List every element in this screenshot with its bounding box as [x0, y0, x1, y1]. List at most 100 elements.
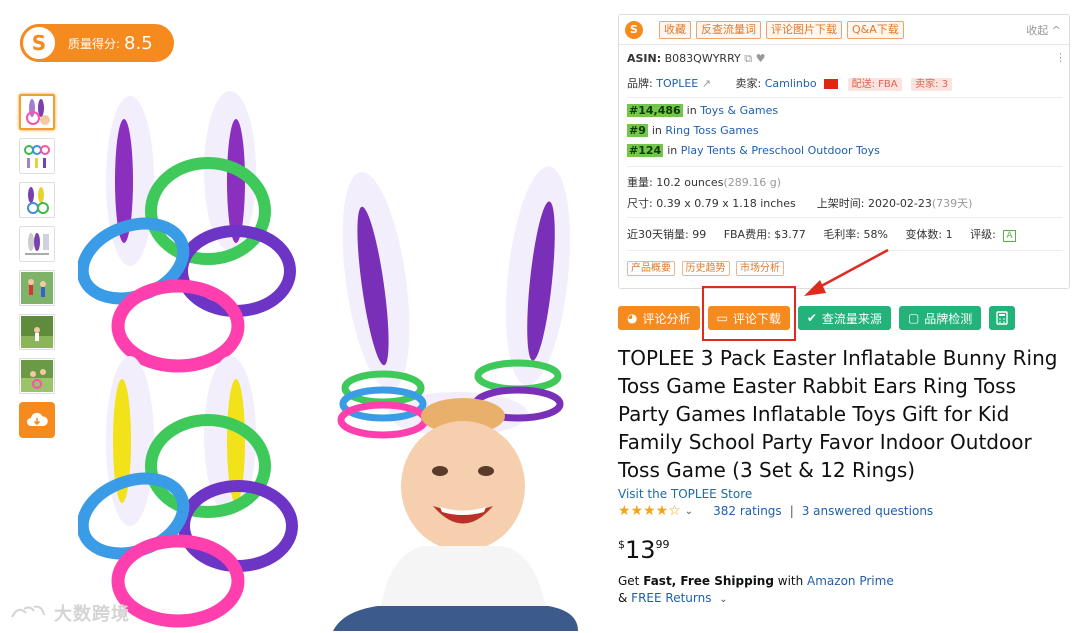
thumbnail[interactable]: [19, 94, 55, 130]
external-link-icon[interactable]: ↗: [702, 77, 711, 90]
divider: [627, 166, 1063, 167]
watermark-logo-icon: [11, 605, 45, 618]
traffic-source-label: 查流量来源: [821, 311, 882, 326]
fba-label: FBA费用:: [723, 228, 771, 241]
answered-questions-link[interactable]: 3 answered questions: [802, 504, 933, 518]
plugin-logo-icon: S: [625, 20, 643, 39]
sales-value: 99: [692, 228, 707, 241]
qa-download-button[interactable]: Q&A下载: [847, 20, 904, 39]
store-link[interactable]: Visit the TOPLEE Store: [618, 487, 752, 501]
thumbnail[interactable]: [19, 314, 55, 350]
rank-row: #9 in Ring Toss Games: [627, 124, 759, 137]
brand-check-label: 品牌检测: [924, 311, 973, 326]
variants-value: 1: [945, 228, 953, 241]
more-menu-icon[interactable]: ⋮: [1055, 51, 1066, 64]
free-returns-link[interactable]: FREE Returns: [631, 591, 711, 605]
traffic-source-button[interactable]: ✔ 查流量来源: [797, 306, 891, 330]
square-icon: ▢: [907, 311, 920, 325]
seller-count-tag: 卖家: 3: [911, 78, 953, 91]
rank-badge: #9: [627, 124, 648, 137]
review-analysis-button[interactable]: ◕ 评论分析: [618, 306, 700, 330]
review-image-download-button[interactable]: 评论图片下载: [766, 20, 842, 39]
weight-grams: (289.16 g): [723, 176, 781, 189]
thumbnail[interactable]: [19, 226, 55, 262]
thumbnail[interactable]: [19, 138, 55, 174]
plugin-logo-icon: S: [20, 24, 58, 62]
brand-link[interactable]: TOPLEE: [656, 77, 698, 90]
copy-icon[interactable]: ⧉: [744, 52, 752, 65]
reverse-keyword-button[interactable]: 反查流量词: [696, 20, 761, 39]
rank-category-link[interactable]: Play Tents & Preschool Outdoor Toys: [681, 144, 880, 157]
tab-product-summary[interactable]: 产品概要: [627, 261, 675, 276]
rank-badge: #124: [627, 144, 664, 157]
rank-in: in: [651, 124, 662, 137]
watermark: 大数跨境: [10, 600, 130, 626]
listed-label: 上架时间:: [816, 197, 865, 210]
price-whole: 13: [625, 536, 656, 564]
ratings-link[interactable]: 382 ratings: [713, 504, 782, 518]
ship-bold: Fast, Free Shipping: [643, 574, 774, 588]
quality-score-badge: S 质量得分: 8.5: [20, 24, 174, 62]
rank-row: #124 in Play Tents & Preschool Outdoor To…: [627, 144, 880, 157]
collapse-toggle[interactable]: 收起 ^: [1026, 22, 1061, 38]
size-row: 尺寸: 0.39 x 0.79 x 1.18 inches 上架时间: 2020…: [627, 195, 972, 211]
price: $1399: [618, 536, 670, 564]
brand-check-button[interactable]: ▢ 品牌检测: [898, 306, 982, 330]
rank-in: in: [686, 104, 697, 117]
rating-row: ★★★★☆ ⌄ 382 ratings | 3 answered questio…: [618, 503, 933, 519]
price-fraction: 99: [655, 538, 670, 551]
favorite-button[interactable]: 收藏: [659, 20, 691, 39]
shipping-info: Get Fast, Free Shipping with Amazon Prim…: [618, 573, 894, 608]
listed-value: 2020-02-23: [867, 197, 932, 210]
chevron-down-icon[interactable]: ⌄: [719, 594, 727, 605]
panel-toolbar: S 收藏 反查流量词 评论图片下载 Q&A下载 收起 ^: [619, 15, 1069, 45]
star-rating-icon[interactable]: ★★★★☆: [618, 503, 681, 519]
margin-value: 58%: [863, 228, 888, 241]
thumbnail[interactable]: [19, 270, 55, 306]
margin-label: 毛利率:: [823, 228, 860, 241]
cloud-download-icon: [27, 412, 48, 426]
size-label: 尺寸:: [627, 197, 653, 210]
annotation-arrow-icon: [804, 248, 889, 296]
rank-category-link[interactable]: Ring Toss Games: [665, 124, 758, 137]
rank-row: #14,486 in Toys & Games: [627, 104, 778, 117]
size-value: 0.39 x 0.79 x 1.18 inches: [656, 197, 796, 210]
check-circle-icon: ✔: [806, 311, 817, 325]
weight-row: 重量: 10.2 ounces(289.16 g): [627, 174, 781, 190]
metrics-row: 近30天销量: 99 FBA费用: $3.77 毛利率: 58% 变体数: 1 …: [627, 226, 1016, 242]
thumbnail[interactable]: [19, 358, 55, 394]
pie-chart-icon: ◕: [627, 311, 638, 325]
calculator-button[interactable]: [989, 306, 1016, 330]
heart-icon[interactable]: ♥: [756, 52, 766, 65]
thumbnail[interactable]: [19, 182, 55, 218]
weight-label: 重量:: [627, 176, 653, 189]
product-title: TOPLEE 3 Pack Easter Inflatable Bunny Ri…: [618, 346, 1058, 482]
upload-cloud-button[interactable]: [19, 402, 55, 438]
brand-label: 品牌:: [627, 77, 653, 90]
divider: [627, 97, 1063, 98]
thumbnail-strip: [19, 94, 57, 438]
chevron-down-icon[interactable]: ⌄: [685, 506, 693, 517]
panel-tabs: 产品概要 历史趋势 市场分析: [627, 259, 787, 276]
grade-badge: A: [1003, 230, 1016, 242]
fba-value: $3.77: [774, 228, 806, 241]
tab-market-analysis[interactable]: 市场分析: [736, 261, 784, 276]
ship-with: with: [773, 574, 808, 588]
quality-score-label: 质量得分:: [68, 36, 121, 51]
fulfillment-tag: 配送: FBA: [847, 78, 902, 91]
grade-label: 评级:: [970, 228, 996, 241]
annotation-highlight-box: [702, 286, 796, 341]
tab-history-trend[interactable]: 历史趋势: [681, 261, 730, 276]
brand-seller-row: 品牌: TOPLEE ↗ 卖家: Camlinbo 配送: FBA 卖家: 3: [627, 75, 953, 91]
main-product-image: [78, 91, 578, 631]
rank-category-link[interactable]: Toys & Games: [700, 104, 778, 117]
asin-row: ASIN: B083QWYRRY ⧉ ♥: [627, 52, 765, 66]
calculator-icon: [996, 311, 1008, 325]
weight-value: 10.2 ounces: [656, 176, 724, 189]
seller-link[interactable]: Camlinbo: [765, 77, 817, 90]
variants-label: 变体数:: [905, 228, 943, 241]
sales-label: 近30天销量:: [627, 228, 689, 241]
prime-link[interactable]: Amazon Prime: [807, 574, 894, 588]
returns-prefix: &: [618, 591, 632, 605]
asin-value[interactable]: B083QWYRRY: [665, 52, 741, 65]
